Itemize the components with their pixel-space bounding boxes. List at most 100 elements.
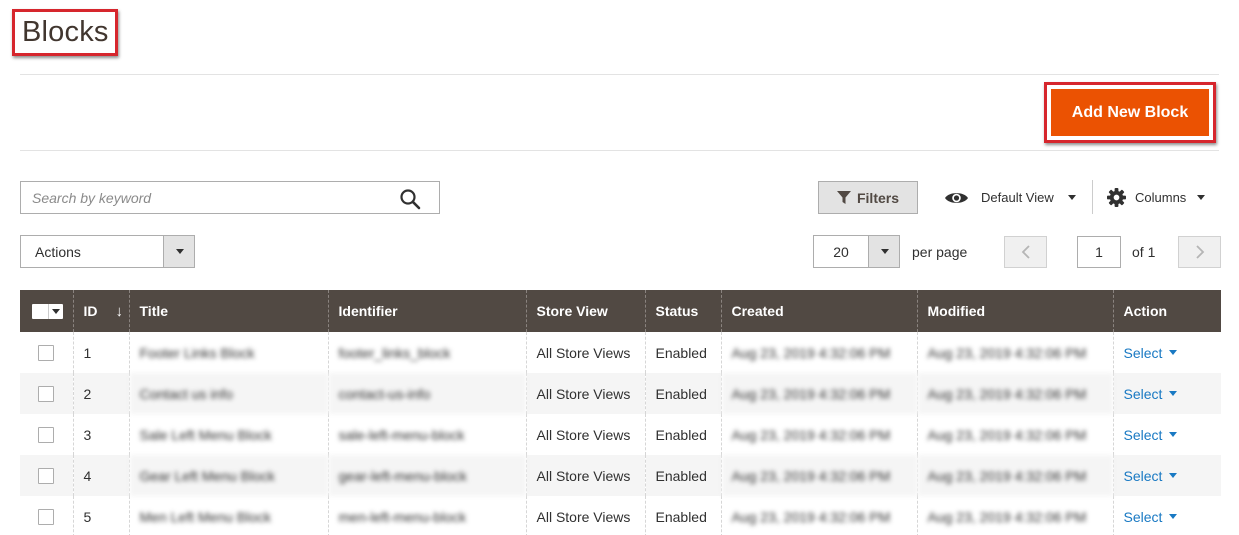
cell-store-view: All Store Views <box>525 414 645 455</box>
cell-modified: Aug 23, 2019 4:32:06 PM <box>916 414 1113 455</box>
previous-page-button[interactable] <box>1004 236 1047 268</box>
row-action-select[interactable]: Select <box>1124 386 1178 402</box>
add-new-block-button[interactable]: Add New Block <box>1051 89 1209 136</box>
search-input[interactable] <box>21 182 439 213</box>
eye-icon <box>945 192 968 203</box>
cell-status: Enabled <box>644 373 721 414</box>
next-page-button[interactable] <box>1178 236 1221 268</box>
cell-id: 5 <box>72 496 129 535</box>
cell-title: Sale Left Menu Block <box>128 414 328 455</box>
chevron-down-icon <box>1169 514 1178 519</box>
sort-arrow-icon: ↓ <box>115 302 124 320</box>
cell-id: 2 <box>72 373 129 414</box>
cell-identifier: footer_links_block <box>327 332 526 373</box>
divider <box>1092 180 1093 214</box>
cell-action: Select <box>1112 455 1221 496</box>
chevron-down-icon <box>1169 391 1178 396</box>
row-checkbox[interactable] <box>38 426 54 443</box>
dropdown-toggle[interactable] <box>868 236 899 267</box>
actions-label: Actions <box>35 243 81 260</box>
cell-action: Select <box>1112 373 1221 414</box>
cell-id: 3 <box>72 414 129 455</box>
cell-action: Select <box>1112 332 1221 373</box>
chevron-down-icon <box>1169 473 1178 478</box>
mass-select-header <box>20 290 73 332</box>
search-icon[interactable] <box>399 188 421 210</box>
column-header-modified[interactable]: Modified <box>916 290 1113 332</box>
cell-title: Contact us info <box>128 373 328 414</box>
chevron-down-icon <box>48 303 63 319</box>
divider <box>20 74 1219 75</box>
blocks-grid: ID ↓ Title Identifier Store View Status C… <box>20 290 1221 535</box>
table-row: 3 Sale Left Menu Block sale-left-menu-bl… <box>20 414 1221 455</box>
filter-icon <box>836 190 851 204</box>
page-number-input[interactable] <box>1077 236 1121 268</box>
cell-modified: Aug 23, 2019 4:32:06 PM <box>916 373 1113 414</box>
divider <box>20 150 1219 151</box>
table-row: 5 Men Left Menu Block men-left-menu-bloc… <box>20 496 1221 535</box>
chevron-down-icon <box>1169 350 1178 355</box>
cell-identifier: contact-us-info <box>327 373 526 414</box>
columns-label: Columns <box>1135 190 1187 205</box>
row-checkbox[interactable] <box>38 467 54 484</box>
cell-action: Select <box>1112 414 1221 455</box>
filters-button[interactable]: Filters <box>818 181 918 214</box>
cell-id: 1 <box>72 332 129 373</box>
per-page-value: 20 <box>833 243 849 260</box>
cell-status: Enabled <box>644 414 721 455</box>
cell-status: Enabled <box>644 332 721 373</box>
chevron-down-icon <box>1169 432 1178 437</box>
per-page-label: per page <box>912 244 968 260</box>
row-action-select[interactable]: Select <box>1124 509 1178 525</box>
cell-identifier: gear-left-menu-block <box>327 455 526 496</box>
cell-store-view: All Store Views <box>525 332 645 373</box>
chevron-left-icon <box>1021 245 1030 259</box>
add-button-frame: Add New Block <box>1044 82 1216 143</box>
cell-modified: Aug 23, 2019 4:32:06 PM <box>916 455 1113 496</box>
gear-icon <box>1107 188 1126 207</box>
per-page-select[interactable]: 20 <box>813 235 900 268</box>
mass-select-checkbox[interactable] <box>32 303 63 319</box>
column-header-created[interactable]: Created <box>720 290 917 332</box>
default-view-label: Default View <box>981 190 1054 205</box>
cell-status: Enabled <box>644 496 721 535</box>
cell-title: Footer Links Block <box>128 332 328 373</box>
filters-label: Filters <box>856 189 899 206</box>
table-header-row: ID ↓ Title Identifier Store View Status C… <box>20 290 1221 332</box>
cell-created: Aug 23, 2019 4:32:06 PM <box>720 332 917 373</box>
row-checkbox[interactable] <box>38 385 54 402</box>
column-header-store-view[interactable]: Store View <box>525 290 645 332</box>
cell-id: 4 <box>72 455 129 496</box>
cell-title: Men Left Menu Block <box>128 496 328 535</box>
cell-action: Select <box>1112 496 1221 535</box>
cell-status: Enabled <box>644 455 721 496</box>
cell-created: Aug 23, 2019 4:32:06 PM <box>720 455 917 496</box>
cell-created: Aug 23, 2019 4:32:06 PM <box>720 496 917 535</box>
table-row: 1 Footer Links Block footer_links_block … <box>20 332 1221 373</box>
row-checkbox[interactable] <box>38 344 54 361</box>
column-header-id[interactable]: ID ↓ <box>72 290 129 332</box>
cell-store-view: All Store Views <box>525 455 645 496</box>
mass-actions-dropdown[interactable]: Actions <box>20 235 195 268</box>
row-action-select[interactable]: Select <box>1124 427 1178 443</box>
table-row: 4 Gear Left Menu Block gear-left-menu-bl… <box>20 455 1221 496</box>
column-header-action: Action <box>1112 290 1221 332</box>
column-header-identifier[interactable]: Identifier <box>327 290 526 332</box>
column-header-title[interactable]: Title <box>128 290 328 332</box>
cell-modified: Aug 23, 2019 4:32:06 PM <box>916 496 1113 535</box>
dropdown-toggle[interactable] <box>163 236 194 267</box>
cell-identifier: sale-left-menu-block <box>327 414 526 455</box>
chevron-down-icon <box>176 249 184 254</box>
columns-dropdown[interactable]: Columns <box>1107 181 1206 214</box>
cell-identifier: men-left-menu-block <box>327 496 526 535</box>
row-checkbox[interactable] <box>38 508 54 525</box>
row-action-select[interactable]: Select <box>1124 468 1178 484</box>
cell-modified: Aug 23, 2019 4:32:06 PM <box>916 332 1113 373</box>
cell-created: Aug 23, 2019 4:32:06 PM <box>720 373 917 414</box>
page-title-frame: Blocks <box>12 9 118 56</box>
table-row: 2 Contact us info contact-us-info All St… <box>20 373 1221 414</box>
cell-title: Gear Left Menu Block <box>128 455 328 496</box>
default-view-dropdown[interactable]: Default View <box>944 181 1076 214</box>
column-header-status[interactable]: Status <box>644 290 721 332</box>
row-action-select[interactable]: Select <box>1124 345 1178 361</box>
